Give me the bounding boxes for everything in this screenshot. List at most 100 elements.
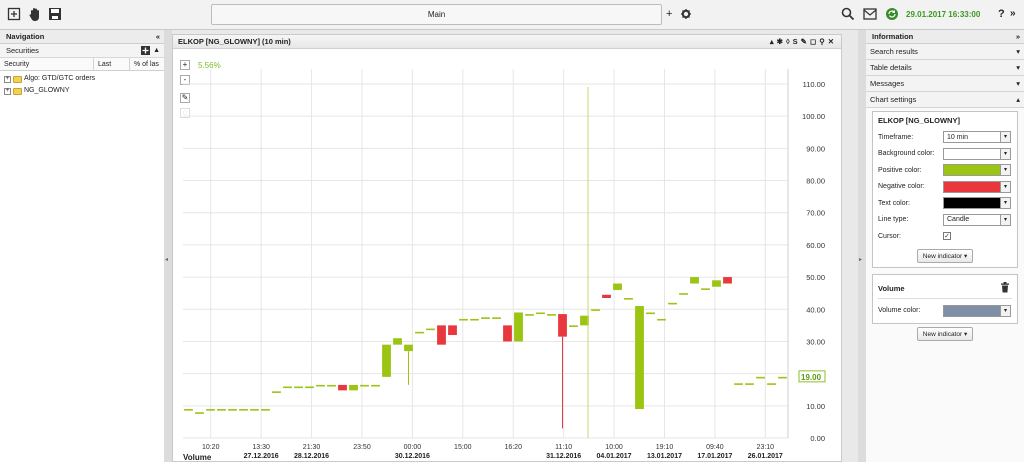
- cursor-checkbox[interactable]: ✓: [943, 232, 951, 241]
- candle: [426, 328, 435, 331]
- maximize-icon[interactable]: ◻: [810, 37, 819, 46]
- chevron-down-icon: ▾: [1000, 181, 1010, 192]
- positive-color-row: Positive color: ▾: [878, 162, 1012, 179]
- candle: [371, 384, 380, 387]
- y-tick-label: 110.00: [803, 80, 825, 89]
- candle: [404, 344, 413, 352]
- candle: [547, 314, 556, 316]
- candle: [250, 409, 259, 411]
- negative-color-picker[interactable]: ▾: [943, 180, 1011, 193]
- background-color-label: Background color:: [878, 150, 935, 158]
- line-type-select[interactable]: Candle ▾: [943, 213, 1011, 226]
- candle: [217, 409, 226, 411]
- column-last[interactable]: Last: [94, 58, 130, 70]
- information-title: Information: [872, 32, 914, 41]
- tree-item-ng-glowny[interactable]: + NG_GLOWNY: [4, 85, 160, 97]
- candle: [360, 384, 369, 387]
- y-tick-label: 30.00: [806, 337, 825, 346]
- x-date-label: 27.12.2016: [244, 453, 279, 460]
- candle: [569, 325, 578, 327]
- candle: [393, 338, 402, 345]
- background-color-picker[interactable]: ▾: [943, 147, 1011, 160]
- chevron-down-icon: ▾: [1000, 148, 1010, 159]
- volume-title: Volume: [878, 283, 905, 293]
- chevron-down-icon: ▾: [1016, 47, 1020, 56]
- chevron-down-icon: ▾: [1016, 79, 1020, 88]
- trash-icon[interactable]: [1000, 281, 1010, 295]
- x-time-label: 23:50: [353, 444, 371, 451]
- gear-icon[interactable]: [678, 6, 694, 22]
- candle: [327, 384, 336, 387]
- section-search-results[interactable]: Search results ▾: [866, 44, 1024, 60]
- right-splitter[interactable]: ▸: [858, 30, 866, 462]
- color-swatch: [944, 165, 1001, 176]
- expand-icon[interactable]: +: [4, 87, 11, 95]
- folder-icon: [13, 87, 22, 95]
- information-header: Information »: [866, 30, 1024, 44]
- column-security[interactable]: Security: [0, 58, 94, 70]
- save-icon[interactable]: [47, 6, 63, 22]
- y-tick-label: 80.00: [806, 177, 825, 186]
- section-messages[interactable]: Messages ▾: [866, 76, 1024, 92]
- close-icon[interactable]: ✕: [828, 37, 837, 46]
- section-label: Table details: [870, 63, 912, 72]
- section-chart-settings[interactable]: Chart settings ▴: [866, 92, 1024, 108]
- candle: [712, 280, 721, 287]
- securities-label: Securities: [6, 46, 39, 55]
- y-tick-label: 40.00: [806, 305, 825, 314]
- expand-right-icon[interactable]: »: [1010, 8, 1016, 19]
- minimize-icon[interactable]: ▴: [770, 37, 777, 46]
- add-security-icon[interactable]: [141, 46, 150, 60]
- text-color-picker[interactable]: ▾: [943, 197, 1011, 210]
- search-icon[interactable]: [840, 6, 856, 22]
- x-time-label: 00:00: [404, 444, 422, 451]
- tree-item-label: NG_GLOWNY: [24, 87, 70, 94]
- candle: [646, 312, 655, 315]
- negative-color-label: Negative color:: [878, 183, 925, 191]
- timeframe-select[interactable]: 10 min ▾: [943, 131, 1011, 144]
- settings-icon[interactable]: ✱: [777, 37, 786, 46]
- new-indicator-button[interactable]: New indicator ▾: [916, 248, 974, 263]
- sync-icon[interactable]: [884, 6, 900, 22]
- price-chart[interactable]: 0.0010.0020.0030.0040.0050.0060.0070.008…: [173, 49, 841, 462]
- help-icon[interactable]: ?: [998, 8, 1005, 20]
- left-splitter[interactable]: ◂: [164, 30, 172, 462]
- collapse-left-icon[interactable]: «: [156, 30, 160, 44]
- volume-color-picker[interactable]: ▾: [943, 304, 1011, 317]
- cursor-row: Cursor: ✓: [878, 228, 1012, 245]
- candle: [481, 317, 490, 319]
- new-window-icon[interactable]: [6, 6, 22, 22]
- tree-item-algo[interactable]: + Algo: GTD/GTC orders: [4, 73, 160, 85]
- candle: [184, 409, 193, 411]
- drop-icon[interactable]: ◊: [786, 37, 793, 46]
- section-table-details[interactable]: Table details ▾: [866, 60, 1024, 76]
- chart-grid: [183, 69, 789, 439]
- s-icon[interactable]: S: [793, 37, 801, 46]
- draw-icon[interactable]: ✎: [801, 37, 810, 46]
- new-indicator-button[interactable]: New indicator ▾: [916, 327, 974, 341]
- chevron-down-icon: ▾: [1000, 132, 1010, 143]
- candle: [514, 312, 523, 342]
- x-date-label: 17.01.2017: [697, 453, 732, 460]
- candle: [525, 314, 534, 316]
- y-tick-label: 70.00: [806, 209, 825, 218]
- chevron-up-icon[interactable]: ▲: [153, 44, 160, 58]
- mail-icon[interactable]: [862, 6, 878, 22]
- candle: [459, 318, 468, 321]
- color-swatch: [944, 305, 1001, 316]
- expand-right-icon[interactable]: »: [1016, 30, 1020, 44]
- chevron-down-icon: ▾: [1016, 63, 1020, 72]
- securities-header: Securities ▲: [0, 44, 164, 58]
- x-time-label: 11:10: [555, 444, 572, 451]
- x-date-label: 30.12.2016: [395, 453, 430, 460]
- candle: [756, 376, 765, 379]
- add-tab-button[interactable]: +: [666, 8, 672, 20]
- hand-icon[interactable]: [27, 6, 43, 22]
- x-time-label: 09:40: [706, 444, 724, 451]
- y-tick-label: 10.00: [806, 402, 825, 411]
- positive-color-picker[interactable]: ▾: [943, 164, 1011, 177]
- tab-main[interactable]: Main: [211, 4, 662, 25]
- server-clock: 29.01.2017 16:33:00: [906, 10, 981, 19]
- pin-icon[interactable]: ⚲: [819, 37, 828, 46]
- expand-icon[interactable]: +: [4, 75, 11, 83]
